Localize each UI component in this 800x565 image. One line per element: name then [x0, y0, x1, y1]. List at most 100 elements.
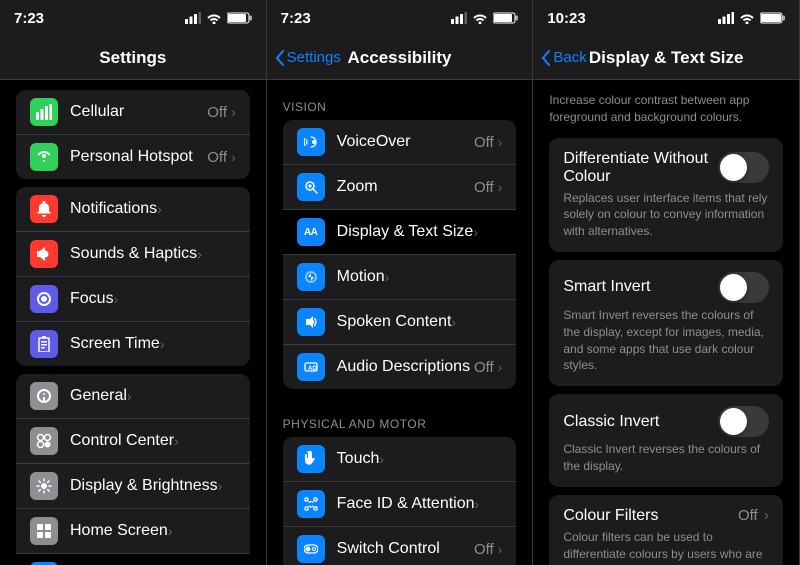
- wifi-icon: [206, 12, 222, 24]
- spokencontent-chevron: ›: [451, 314, 456, 330]
- faceidattn-label: Face ID & Attention: [337, 495, 475, 513]
- p3-scroll[interactable]: Increase colour contrast between app for…: [533, 80, 799, 565]
- smartinvert-thumb: [720, 274, 747, 301]
- displaybrightness-icon: [30, 472, 58, 500]
- nav-back-2[interactable]: Settings: [275, 49, 341, 66]
- switchcontrol-value: Off: [474, 541, 494, 558]
- nav-back-3[interactable]: Back: [541, 49, 586, 66]
- displaybrightness-chevron: ›: [218, 478, 223, 494]
- colourfilters-value: Off: [738, 507, 758, 524]
- list-item-sounds[interactable]: Sounds & Haptics ›: [16, 232, 250, 277]
- general-label: General: [70, 387, 127, 405]
- list-item-cellular[interactable]: Cellular Off ›: [16, 90, 250, 135]
- hotspot-label: Personal Hotspot: [70, 148, 193, 166]
- signal-icon: [185, 12, 201, 24]
- motion-icon: [297, 263, 325, 291]
- settings-group-connectivity: Cellular Off › Personal Hotspot Off ›: [16, 90, 250, 179]
- p1-scroll[interactable]: Cellular Off › Personal Hotspot Off › No…: [0, 80, 266, 565]
- time-1: 7:23: [14, 10, 44, 27]
- list-item-accessibility[interactable]: Accessibility ›: [16, 554, 250, 565]
- classicinvert-thumb: [720, 408, 747, 435]
- cellular-value: Off: [207, 104, 227, 121]
- list-item-touch[interactable]: Touch ›: [283, 437, 517, 482]
- smartinvert-header: Smart Invert: [563, 272, 769, 303]
- controlcenter-icon: [30, 427, 58, 455]
- faceidattn-chevron: ›: [475, 496, 480, 512]
- list-item-notifications[interactable]: Notifications ›: [16, 187, 250, 232]
- displaytextsize-chevron: ›: [473, 224, 478, 240]
- notifications-icon: [30, 195, 58, 223]
- cellular-chevron: ›: [231, 104, 236, 120]
- differentiate-header: Differentiate Without Colour: [563, 150, 769, 186]
- hotspot-value: Off: [207, 149, 227, 166]
- displaytextsize-label: Display & Text Size: [337, 223, 474, 241]
- colourfilters-header: Colour Filters Off ›: [563, 507, 769, 525]
- nav-back-label-2: Settings: [287, 49, 341, 66]
- classicinvert-header: Classic Invert: [563, 406, 769, 437]
- nav-bar-2: Settings Accessibility: [267, 36, 533, 80]
- back-chevron-2: [275, 50, 285, 66]
- setting-smartinvert: Smart Invert Smart Invert reverses the c…: [549, 260, 783, 386]
- battery-icon-2: [493, 12, 518, 24]
- classicinvert-toggle[interactable]: [718, 406, 769, 437]
- differentiate-toggle[interactable]: [718, 152, 769, 183]
- voiceover-chevron: ›: [498, 134, 503, 150]
- screentime-icon: [30, 330, 58, 358]
- list-item-focus[interactable]: Focus ›: [16, 277, 250, 322]
- list-item-voiceover[interactable]: VoiceOver Off ›: [283, 120, 517, 165]
- displaybrightness-label: Display & Brightness: [70, 477, 218, 495]
- list-item-switchcontrol[interactable]: Switch Control Off ›: [283, 527, 517, 565]
- list-item-controlcenter[interactable]: Control Center ›: [16, 419, 250, 464]
- switchcontrol-icon: [297, 535, 325, 563]
- time-2: 7:23: [281, 10, 311, 27]
- battery-icon: [227, 12, 252, 24]
- list-item-audiodesc[interactable]: AD Audio Descriptions Off ›: [283, 345, 517, 389]
- status-icons-2: [451, 12, 518, 24]
- spokencontent-label: Spoken Content: [337, 313, 452, 331]
- screentime-chevron: ›: [160, 336, 165, 352]
- settings-panel: 7:23 Settings Cellular Off ›: [0, 0, 267, 565]
- setting-differentiate: Differentiate Without Colour Replaces us…: [549, 138, 783, 252]
- general-chevron: ›: [127, 388, 132, 404]
- list-item-displaytextsize[interactable]: AA Display & Text Size ›: [283, 210, 517, 255]
- signal-icon-2: [451, 12, 467, 24]
- list-item-faceidattn[interactable]: Face ID & Attention ›: [283, 482, 517, 527]
- list-item-motion[interactable]: Motion ›: [283, 255, 517, 300]
- voiceover-label: VoiceOver: [337, 133, 411, 151]
- colourfilters-chevron: ›: [764, 507, 769, 525]
- list-item-displaybrightness[interactable]: Display & Brightness ›: [16, 464, 250, 509]
- p2-motor-header: PHYSICAL AND MOTOR: [267, 397, 533, 437]
- notifications-chevron: ›: [157, 201, 162, 217]
- spokencontent-icon: [297, 308, 325, 336]
- settings-group-notifications: Notifications › Sounds & Haptics › Focus…: [16, 187, 250, 366]
- list-item-homescreen[interactable]: Home Screen ›: [16, 509, 250, 554]
- cellular-label: Cellular: [70, 103, 124, 121]
- display-text-size-panel: 10:23 Back Display & Text Size Increase …: [533, 0, 800, 565]
- displaytextsize-icon: AA: [297, 218, 325, 246]
- general-icon: [30, 382, 58, 410]
- homescreen-icon: [30, 517, 58, 545]
- list-item-hotspot[interactable]: Personal Hotspot Off ›: [16, 135, 250, 179]
- zoom-chevron: ›: [498, 179, 503, 195]
- status-bar-2: 7:23: [267, 0, 533, 36]
- nav-title-2: Accessibility: [348, 48, 452, 68]
- list-item-screentime[interactable]: Screen Time ›: [16, 322, 250, 366]
- colourfilters-value-wrap: Off ›: [738, 507, 769, 525]
- touch-label: Touch: [337, 450, 380, 468]
- list-item-zoom[interactable]: Zoom Off ›: [283, 165, 517, 210]
- sounds-chevron: ›: [197, 246, 202, 262]
- p2-scroll[interactable]: VISION VoiceOver Off › Zoom Off › A: [267, 80, 533, 565]
- voiceover-value: Off: [474, 134, 494, 151]
- differentiate-desc: Replaces user interface items that rely …: [563, 190, 769, 240]
- switchcontrol-label: Switch Control: [337, 540, 440, 558]
- sounds-label: Sounds & Haptics: [70, 245, 197, 263]
- list-item-spokencontent[interactable]: Spoken Content ›: [283, 300, 517, 345]
- audiodesc-value: Off: [474, 359, 494, 376]
- list-item-general[interactable]: General ›: [16, 374, 250, 419]
- voiceover-icon: [297, 128, 325, 156]
- status-bar-3: 10:23: [533, 0, 799, 36]
- sounds-icon: [30, 240, 58, 268]
- smartinvert-toggle[interactable]: [718, 272, 769, 303]
- setting-classicinvert: Classic Invert Classic Invert reverses t…: [549, 394, 783, 487]
- focus-label: Focus: [70, 290, 114, 308]
